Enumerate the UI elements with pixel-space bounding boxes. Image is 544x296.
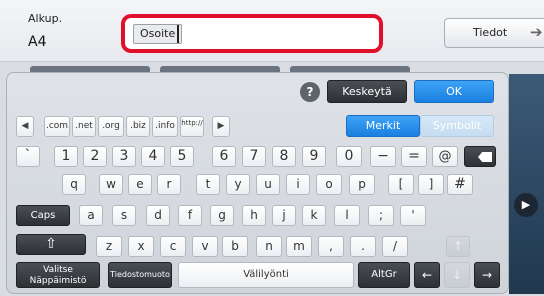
left-arrow-key[interactable]: ◀ <box>16 116 34 137</box>
key[interactable]: d <box>146 205 170 226</box>
key[interactable]: / <box>382 236 408 257</box>
cancel-button[interactable]: Keskeytä <box>327 80 407 103</box>
key[interactable]: ; <box>368 205 394 226</box>
key[interactable]: 0 <box>336 146 362 167</box>
side-panel <box>509 74 544 294</box>
arrow-right-icon: ➔ <box>530 23 543 41</box>
symbols-tab[interactable]: Symbolit <box>420 115 494 137</box>
key[interactable]: i <box>286 174 310 195</box>
address-tab[interactable]: Osoite <box>133 24 183 44</box>
details-label: Tiedot <box>473 26 508 39</box>
key[interactable]: g <box>210 205 234 226</box>
key[interactable]: x <box>128 236 154 257</box>
altgr-key[interactable]: AltGr <box>358 262 410 288</box>
key[interactable]: 9 <box>302 146 326 167</box>
key[interactable]: j <box>272 205 296 226</box>
domain-key[interactable]: .com <box>44 116 70 137</box>
key[interactable]: t <box>196 174 220 195</box>
key[interactable]: p <box>349 174 375 195</box>
key[interactable]: , <box>318 236 344 257</box>
shift-key[interactable]: ⇧ <box>16 234 86 255</box>
key[interactable]: 2 <box>83 146 107 167</box>
caps-key[interactable]: Caps <box>16 205 70 226</box>
key[interactable]: b <box>222 236 248 257</box>
chars-tab[interactable]: Merkit <box>346 115 420 137</box>
select-keyboard-button[interactable]: Valitse Näppäimistö <box>16 262 100 288</box>
details-button[interactable]: Tiedot ➔ <box>444 18 544 48</box>
help-icon[interactable]: ? <box>300 82 320 102</box>
key[interactable]: o <box>316 174 342 195</box>
key[interactable]: ` <box>16 146 40 167</box>
play-icon[interactable]: ▶ <box>514 193 538 217</box>
address-field[interactable]: Osoite <box>121 14 383 53</box>
ok-button[interactable]: OK <box>414 80 494 103</box>
domain-key[interactable]: http:// <box>180 116 204 137</box>
cursor-right-key[interactable]: → <box>474 262 500 288</box>
key[interactable]: n <box>256 236 282 257</box>
key[interactable]: # <box>447 174 473 195</box>
key[interactable]: 6 <box>212 146 236 167</box>
key[interactable]: ] <box>418 174 444 195</box>
domain-key[interactable]: .net <box>72 116 96 137</box>
original-size-label: Alkup. <box>28 12 63 25</box>
file-format-button[interactable]: Tiedostomuoto <box>108 262 172 288</box>
key[interactable]: − <box>370 146 396 167</box>
original-size-value: A4 <box>28 34 47 50</box>
key[interactable]: u <box>256 174 280 195</box>
key[interactable]: a <box>79 205 103 226</box>
key[interactable]: z <box>96 236 122 257</box>
cursor-down-key[interactable]: ↓ <box>444 262 470 288</box>
key[interactable]: v <box>192 236 218 257</box>
key[interactable]: @ <box>432 146 458 167</box>
domain-key[interactable]: .org <box>98 116 124 137</box>
key[interactable]: 4 <box>141 146 165 167</box>
key[interactable]: . <box>350 236 376 257</box>
cursor-left-key[interactable]: ← <box>414 262 440 288</box>
key[interactable]: 1 <box>54 146 78 167</box>
key[interactable]: l <box>334 205 360 226</box>
key[interactable]: h <box>242 205 266 226</box>
header-panel: Alkup. A4 Osoite Tiedot ➔ <box>0 0 544 62</box>
key[interactable]: f <box>178 205 202 226</box>
key[interactable]: 5 <box>170 146 194 167</box>
key[interactable]: [ <box>388 174 414 195</box>
domain-key[interactable]: .biz <box>126 116 150 137</box>
key[interactable]: = <box>401 146 427 167</box>
right-arrow-key[interactable]: ▶ <box>212 116 230 137</box>
key[interactable]: k <box>302 205 326 226</box>
key[interactable]: m <box>286 236 312 257</box>
key[interactable]: y <box>226 174 250 195</box>
key[interactable]: 3 <box>112 146 136 167</box>
cursor-up-key[interactable]: ↑ <box>446 236 470 257</box>
key[interactable]: r <box>157 174 181 195</box>
domain-key[interactable]: .info <box>152 116 178 137</box>
space-key[interactable]: Välilyönti <box>178 262 354 288</box>
key[interactable]: s <box>112 205 136 226</box>
key[interactable]: w <box>99 174 123 195</box>
backspace-icon <box>478 152 492 162</box>
key[interactable]: ' <box>400 205 426 226</box>
key[interactable]: q <box>62 174 86 195</box>
key[interactable]: 8 <box>272 146 296 167</box>
text-caret <box>177 25 179 43</box>
key[interactable]: 7 <box>242 146 266 167</box>
key[interactable]: c <box>160 236 186 257</box>
key[interactable]: e <box>128 174 152 195</box>
backspace-key[interactable] <box>464 146 496 167</box>
